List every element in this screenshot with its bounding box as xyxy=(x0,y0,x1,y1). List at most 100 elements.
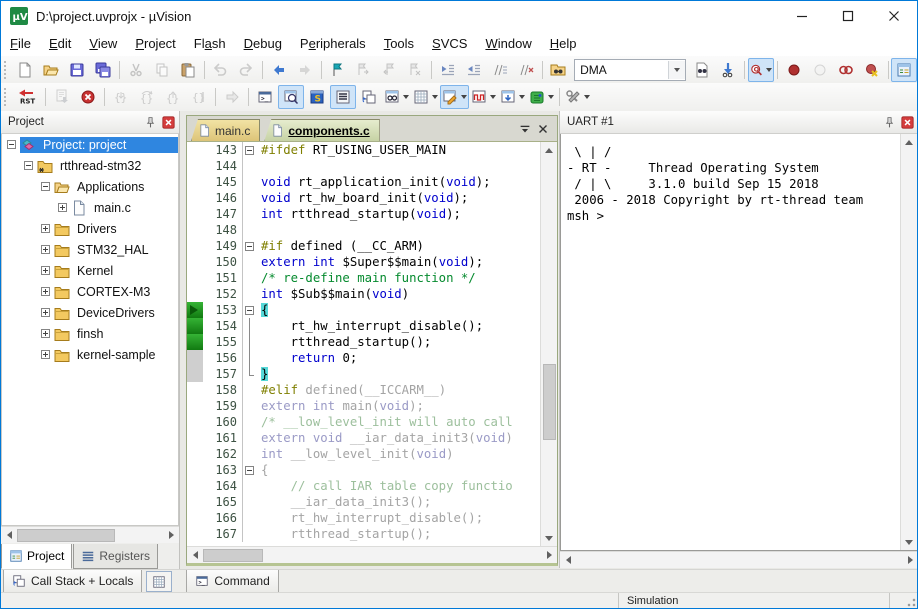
open-file-button[interactable] xyxy=(38,58,64,82)
code-text[interactable]: return 0; xyxy=(256,350,540,366)
code-text[interactable]: { xyxy=(256,302,540,318)
reset-cpu-button[interactable]: RST xyxy=(14,85,42,109)
quick-search-button[interactable]: Q xyxy=(748,58,774,82)
toggle-bookmark-button[interactable] xyxy=(324,58,350,82)
clear-all-bookmarks-button[interactable] xyxy=(402,58,428,82)
tab-project[interactable]: Project xyxy=(1,544,72,569)
code-line[interactable]: 147int rtthread_startup(void); xyxy=(187,206,540,222)
code-line[interactable]: 164 // call IAR table copy functio xyxy=(187,478,540,494)
expand-icon[interactable] xyxy=(41,266,50,275)
fold-collapse-icon[interactable] xyxy=(242,462,256,478)
code-line[interactable]: 166 rt_hw_interrupt_disable(); xyxy=(187,510,540,526)
code-text[interactable]: } xyxy=(256,366,540,382)
code-line[interactable]: 165 __iar_data_init3(); xyxy=(187,494,540,510)
code-text[interactable]: __iar_data_init3(); xyxy=(256,494,540,510)
expand-icon[interactable] xyxy=(58,203,67,212)
code-line[interactable]: 152int $Sub$$main(void) xyxy=(187,286,540,302)
code-text[interactable]: #if defined (__CC_ARM) xyxy=(256,238,540,254)
next-bookmark-button[interactable] xyxy=(350,58,376,82)
code-text[interactable]: int $Sub$$main(void) xyxy=(256,286,540,302)
code-text[interactable]: rt_hw_interrupt_disable(); xyxy=(256,510,540,526)
code-line[interactable]: 144 xyxy=(187,158,540,174)
editor-tab-components-c[interactable]: components.c xyxy=(264,119,379,141)
search-combo[interactable]: DMA xyxy=(574,59,686,81)
tab-command[interactable]: >_ Command xyxy=(186,570,278,593)
menu-help[interactable]: Help xyxy=(541,31,586,56)
tree-item-drivers[interactable]: Drivers xyxy=(2,218,178,239)
uart-terminal-output[interactable]: \ | / - RT - Thread Operating System / |… xyxy=(561,134,900,550)
step-over-button[interactable]: {} xyxy=(134,85,160,109)
menu-svcs[interactable]: SVCS xyxy=(423,31,476,56)
expand-icon[interactable] xyxy=(41,245,50,254)
code-line[interactable]: 149#if defined (__CC_ARM) xyxy=(187,238,540,254)
project-window-toggle-button[interactable] xyxy=(891,58,917,82)
minimize-button[interactable] xyxy=(779,1,825,31)
code-line[interactable]: 167 rtthread_startup(); xyxy=(187,526,540,542)
code-line[interactable]: 150extern int $Super$$main(void); xyxy=(187,254,540,270)
collapse-icon[interactable] xyxy=(7,140,16,149)
close-document-icon[interactable] xyxy=(535,121,550,136)
toolbox-toggle-button[interactable] xyxy=(527,85,556,109)
pin-icon[interactable] xyxy=(143,115,158,130)
code-text[interactable]: extern void __iar_data_init3(void) xyxy=(256,430,540,446)
tree-item-main-c[interactable]: main.c xyxy=(2,197,178,218)
code-line[interactable]: 160/* __low_level_init will auto call xyxy=(187,414,540,430)
save-button[interactable] xyxy=(64,58,90,82)
toolbar-grip[interactable] xyxy=(4,61,8,79)
save-all-button[interactable] xyxy=(90,58,116,82)
code-text[interactable]: rtthread_startup(); xyxy=(256,526,540,542)
command-window-toggle-button[interactable]: >_ xyxy=(252,85,278,109)
uart-vscrollbar[interactable] xyxy=(900,134,917,550)
code-text[interactable]: #ifdef RT_USING_USER_MAIN xyxy=(256,142,540,158)
undo-button[interactable] xyxy=(207,58,233,82)
toolbar-grip[interactable] xyxy=(4,88,10,106)
code-text[interactable]: int rtthread_startup(void); xyxy=(256,206,540,222)
code-text[interactable]: // call IAR table copy functio xyxy=(256,478,540,494)
code-text[interactable]: #elif defined(__ICCARM__) xyxy=(256,382,540,398)
code-line[interactable]: 153{ xyxy=(187,302,540,318)
expand-icon[interactable] xyxy=(41,287,50,296)
redo-button[interactable] xyxy=(233,58,259,82)
code-text[interactable]: extern int main(void); xyxy=(256,398,540,414)
search-combo-dropdown[interactable] xyxy=(668,61,685,79)
expand-icon[interactable] xyxy=(41,308,50,317)
menu-debug[interactable]: Debug xyxy=(235,31,291,56)
fold-collapse-icon[interactable] xyxy=(242,238,256,254)
code-line[interactable]: 163{ xyxy=(187,462,540,478)
find-button[interactable] xyxy=(689,58,715,82)
resize-grip[interactable] xyxy=(903,594,917,608)
expand-icon[interactable] xyxy=(41,329,50,338)
code-line[interactable]: 158#elif defined(__ICCARM__) xyxy=(187,382,540,398)
menu-file[interactable]: File xyxy=(1,31,40,56)
code-text[interactable]: rt_hw_interrupt_disable(); xyxy=(256,318,540,334)
unindent-button[interactable] xyxy=(461,58,487,82)
code-text[interactable]: /* __low_level_init will auto call xyxy=(256,414,540,430)
copy-button[interactable] xyxy=(149,58,175,82)
code-line[interactable]: 148 xyxy=(187,222,540,238)
watch-window-toggle-button[interactable] xyxy=(382,85,411,109)
code-text[interactable]: void rt_hw_board_init(void); xyxy=(256,190,540,206)
tab-list-icon[interactable] xyxy=(517,121,532,136)
code-text[interactable] xyxy=(256,158,540,174)
code-text[interactable]: void rt_application_init(void); xyxy=(256,174,540,190)
expand-icon[interactable] xyxy=(41,350,50,359)
fold-collapse-icon[interactable] xyxy=(242,142,256,158)
pin-icon[interactable] xyxy=(882,115,897,130)
analysis-windows-toggle-button[interactable] xyxy=(356,85,382,109)
collapse-icon[interactable] xyxy=(41,182,50,191)
incremental-find-button[interactable] xyxy=(715,58,741,82)
disassembly-window-toggle-button[interactable] xyxy=(278,85,304,109)
kill-all-breakpoints-button[interactable] xyxy=(859,58,885,82)
previous-bookmark-button[interactable] xyxy=(376,58,402,82)
symbols-window-toggle-button[interactable]: S xyxy=(304,85,330,109)
menu-tools[interactable]: Tools xyxy=(375,31,423,56)
code-text[interactable]: /* re-define main function */ xyxy=(256,270,540,286)
code-line[interactable]: 151/* re-define main function */ xyxy=(187,270,540,286)
code-text[interactable]: { xyxy=(256,462,540,478)
code-line[interactable]: 161extern void __iar_data_init3(void) xyxy=(187,430,540,446)
code-line[interactable]: 146void rt_hw_board_init(void); xyxy=(187,190,540,206)
disable-all-breakpoints-button[interactable] xyxy=(833,58,859,82)
insert-remove-breakpoint-button[interactable] xyxy=(781,58,807,82)
menu-project[interactable]: Project xyxy=(126,31,184,56)
indent-button[interactable] xyxy=(435,58,461,82)
